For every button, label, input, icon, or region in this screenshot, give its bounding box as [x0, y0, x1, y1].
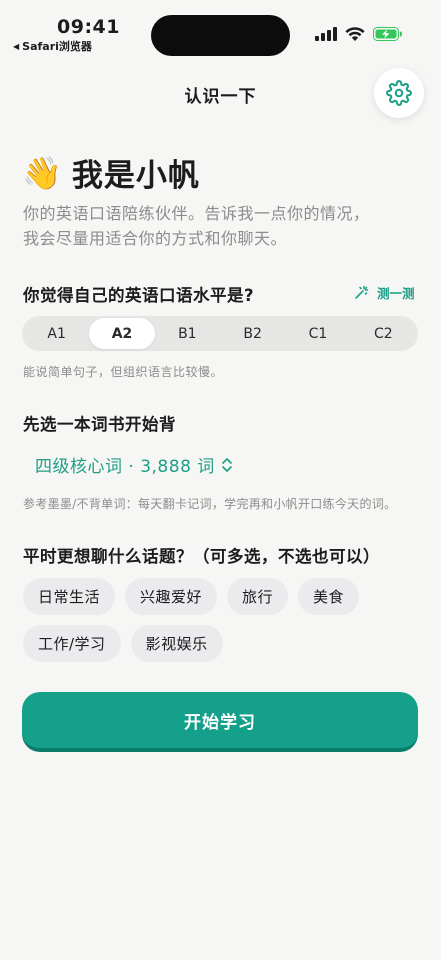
magic-wand-icon: [355, 285, 369, 299]
dynamic-island: [151, 15, 290, 56]
level-test-label: 测一测: [377, 286, 415, 301]
hero-heading: 👋 我是小帆: [22, 150, 200, 195]
book-selected-label: 四级核心词 · 3,888 词: [35, 457, 215, 477]
level-option-a1[interactable]: A1: [24, 318, 89, 349]
level-option-b1[interactable]: B1: [155, 318, 220, 349]
level-option-a2[interactable]: A2: [89, 318, 155, 349]
book-hint: 参考墨墨/不背单词：每天翻卡记词，学完再和小帆开口练今天的词。: [23, 497, 397, 511]
topic-chip-hobbies[interactable]: 兴趣爱好: [125, 578, 218, 615]
waving-hand-icon: 👋: [22, 153, 62, 192]
hero-subtitle-line: 你的英语口语陪练伙伴。告诉我一点你的情况，: [23, 204, 370, 223]
hero-subtitle: 你的英语口语陪练伙伴。告诉我一点你的情况， 我会尽量用适合你的方式和你聊天。: [23, 201, 423, 251]
battery-charging-icon: [373, 27, 402, 41]
status-time: 09:41: [57, 16, 120, 38]
topic-chips: 日常生活 兴趣爱好 旅行 美食 工作/学习 影视娱乐: [23, 578, 423, 662]
settings-button[interactable]: [374, 68, 424, 118]
topic-chip-entertainment[interactable]: 影视娱乐: [130, 625, 223, 662]
level-option-b2[interactable]: B2: [220, 318, 285, 349]
book-section-title: 先选一本词书开始背: [23, 415, 176, 434]
book-selector[interactable]: 四级核心词 · 3,888 词: [35, 452, 233, 477]
signal-icon: [315, 27, 337, 41]
level-option-c2[interactable]: C2: [351, 318, 416, 349]
status-icons: [315, 27, 403, 41]
level-option-c1[interactable]: C1: [285, 318, 350, 349]
topic-chip-food[interactable]: 美食: [298, 578, 360, 615]
level-test-link[interactable]: 测一测: [353, 283, 415, 302]
hero-subtitle-line: 我会尽量用适合你的方式和你聊天。: [23, 229, 288, 248]
level-segmented-control: A1 A2 B1 B2 C1 C2: [22, 316, 418, 351]
topic-chip-travel[interactable]: 旅行: [227, 578, 289, 615]
level-description: 能说简单句子，但组织语言比较慢。: [23, 365, 224, 379]
chevron-up-down-icon: [221, 457, 232, 472]
topics-section-title: 平时更想聊什么话题？（可多选，不选也可以）: [23, 547, 380, 566]
back-triangle-icon: ◀: [13, 41, 20, 51]
hero-title: 我是小帆: [71, 158, 200, 194]
status-bar: 09:41 ◀ Safari浏览器: [0, 0, 441, 70]
wifi-icon: [345, 27, 365, 41]
level-question: 你觉得自己的英语口语水平是?: [23, 286, 255, 305]
back-to-safari-link[interactable]: ◀ Safari浏览器: [13, 38, 92, 54]
topic-chip-daily-life[interactable]: 日常生活: [23, 578, 116, 615]
gear-icon: [386, 80, 412, 106]
back-app-label: Safari浏览器: [22, 40, 92, 53]
topic-chip-work-study[interactable]: 工作/学习: [23, 625, 121, 662]
start-learning-button[interactable]: 开始学习: [22, 692, 418, 752]
